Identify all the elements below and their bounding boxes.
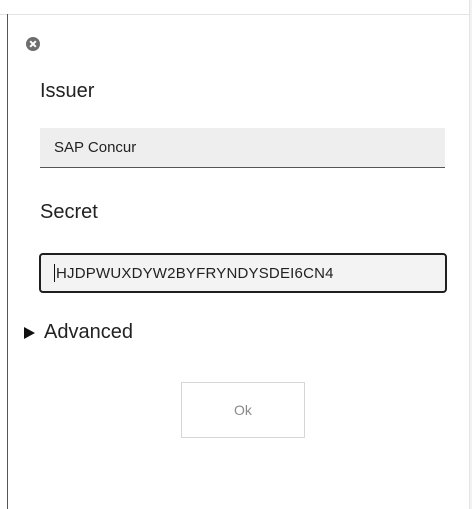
disclosure-triangle-icon xyxy=(24,326,35,339)
advanced-label: Advanced xyxy=(44,321,133,343)
ok-button-label: Ok xyxy=(234,402,252,418)
secret-value: HJDPWUXDYW2BYFRYNDYSDEI6CN4 xyxy=(56,264,334,282)
secret-input[interactable]: HJDPWUXDYW2BYFRYNDYSDEI6CN4 xyxy=(39,253,447,293)
ok-button[interactable]: Ok xyxy=(181,382,305,438)
dialog-left-border xyxy=(7,14,8,509)
issuer-value: SAP Concur xyxy=(54,139,137,156)
window-top-edge xyxy=(0,0,472,15)
issuer-input[interactable]: SAP Concur xyxy=(40,128,445,168)
close-icon[interactable] xyxy=(26,37,40,51)
secret-label: Secret xyxy=(40,201,98,223)
issuer-label: Issuer xyxy=(40,80,95,102)
text-caret xyxy=(54,264,55,282)
advanced-toggle[interactable]: Advanced xyxy=(24,321,133,344)
